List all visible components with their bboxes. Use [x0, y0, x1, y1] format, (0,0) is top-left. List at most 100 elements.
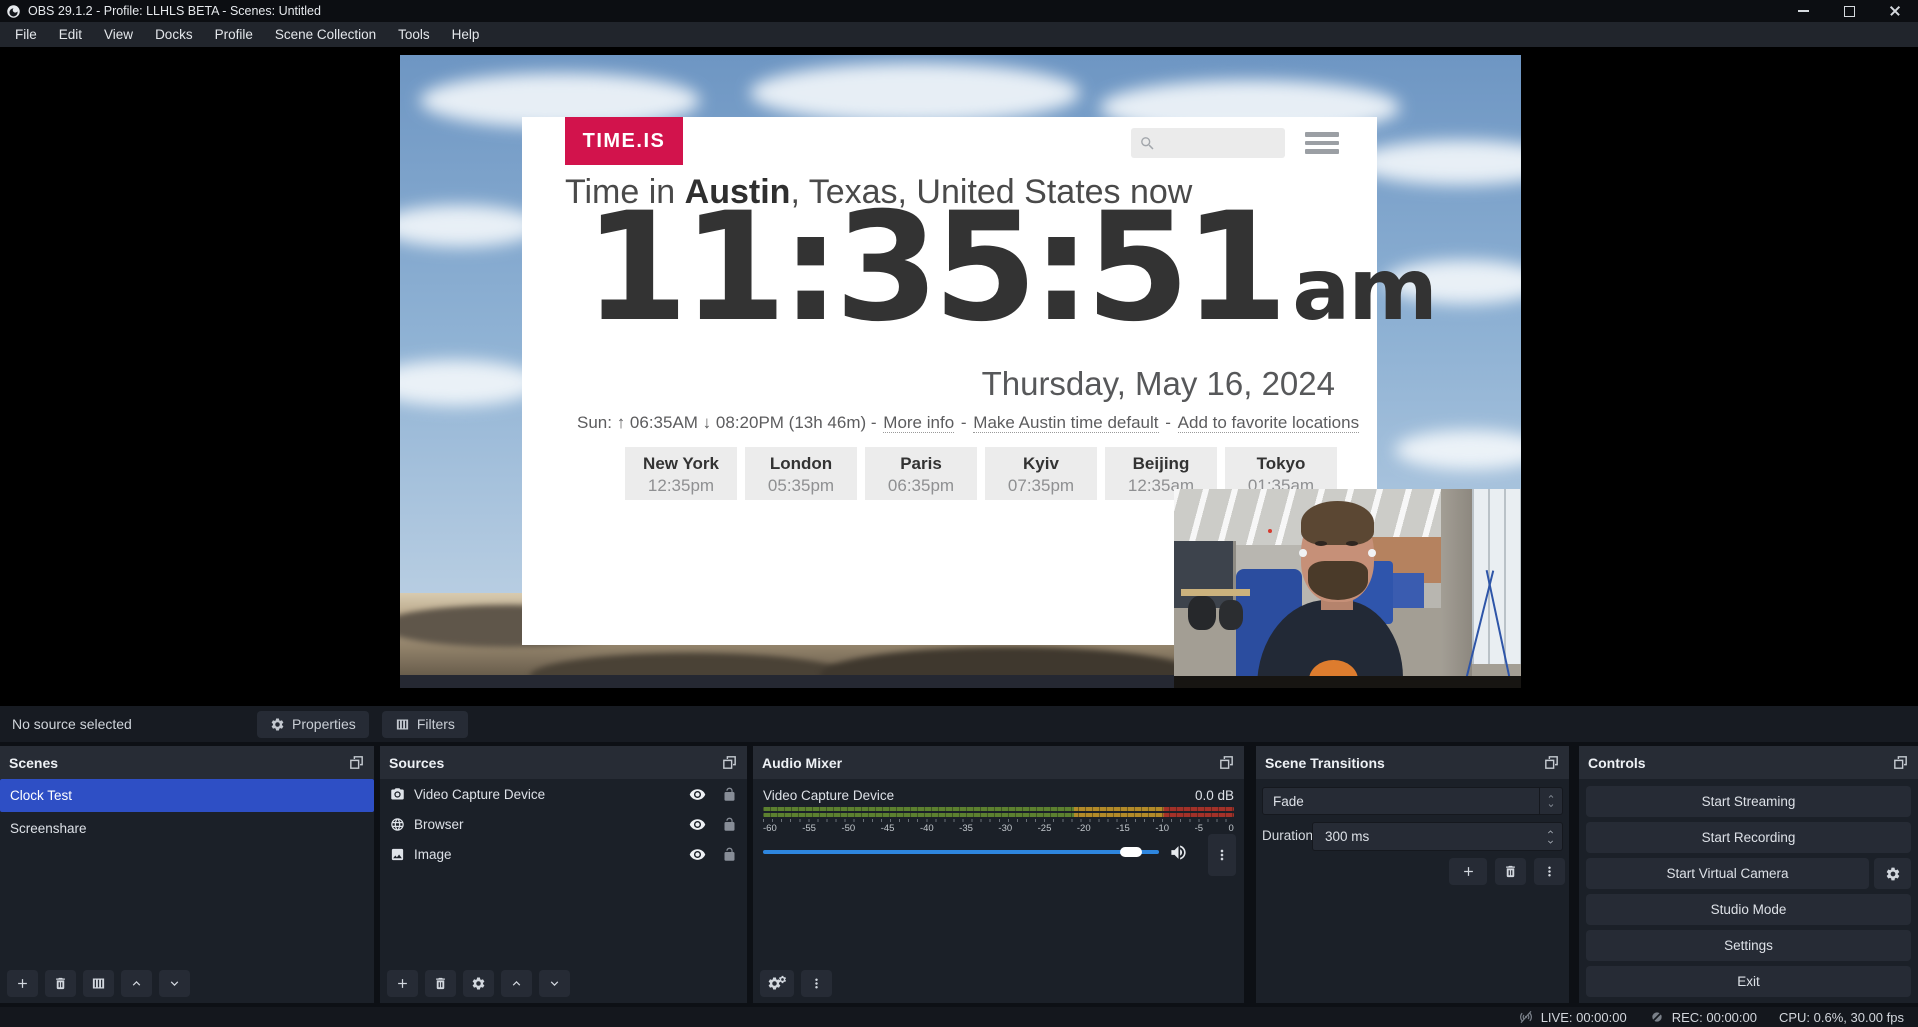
- move-scene-down-button[interactable]: [159, 970, 190, 997]
- scenes-panel: Scenes Clock Test Screenshare: [0, 746, 374, 1003]
- menu-profile[interactable]: Profile: [204, 22, 264, 47]
- add-scene-button[interactable]: [7, 970, 38, 997]
- menu-edit[interactable]: Edit: [48, 22, 93, 47]
- source-properties-button[interactable]: [463, 970, 494, 997]
- lock-icon[interactable]: [722, 847, 737, 862]
- filters-icon: [91, 976, 106, 991]
- city-name: Tokyo: [1225, 454, 1337, 474]
- menu-help[interactable]: Help: [441, 22, 491, 47]
- menu-view[interactable]: View: [93, 22, 144, 47]
- webcam-earbud: [1299, 549, 1307, 557]
- preview-canvas[interactable]: TIME.IS Time in Austin, Texas, United St…: [400, 55, 1521, 688]
- source-label: Image: [414, 847, 452, 862]
- city-time: 06:35pm: [865, 476, 977, 496]
- move-source-up-button[interactable]: [501, 970, 532, 997]
- source-label: Browser: [414, 817, 464, 832]
- settings-button[interactable]: Settings: [1586, 930, 1911, 961]
- add-transition-button[interactable]: [1449, 858, 1487, 885]
- speaker-icon[interactable]: [1169, 843, 1188, 862]
- volume-meter-left: [763, 807, 1234, 811]
- exit-button[interactable]: Exit: [1586, 966, 1911, 997]
- sources-title: Sources: [389, 755, 444, 771]
- source-row-browser[interactable]: Browser: [380, 809, 747, 839]
- webcam-office-chair: [1219, 600, 1243, 630]
- dots-vertical-icon: [809, 976, 824, 991]
- cloud: [750, 63, 1080, 123]
- properties-button[interactable]: Properties: [257, 711, 369, 738]
- city-time: 05:35pm: [745, 476, 857, 496]
- cloud: [1355, 140, 1521, 185]
- filters-button[interactable]: Filters: [382, 711, 468, 738]
- titlebar: OBS 29.1.2 - Profile: LLHLS BETA - Scene…: [0, 0, 1918, 22]
- popout-icon[interactable]: [1218, 754, 1235, 771]
- scenes-header: Scenes: [0, 746, 374, 779]
- menu-tools[interactable]: Tools: [387, 22, 441, 47]
- start-streaming-button[interactable]: Start Streaming: [1586, 786, 1911, 817]
- popout-icon[interactable]: [721, 754, 738, 771]
- visibility-eye-icon[interactable]: [689, 816, 706, 833]
- webcam-person-hair: [1301, 501, 1374, 545]
- sun-times: Sun: ↑ 06:35AM ↓ 08:20PM (13h 46m) -: [577, 413, 877, 432]
- advanced-audio-button[interactable]: [760, 970, 794, 997]
- menu-docks[interactable]: Docks: [144, 22, 204, 47]
- volume-slider-handle[interactable]: [1120, 847, 1142, 857]
- menu-scene-collection[interactable]: Scene Collection: [264, 22, 387, 47]
- webcam-windows: [1472, 489, 1521, 664]
- duration-spinner[interactable]: [1538, 827, 1562, 847]
- dock-area: Scenes Clock Test Screenshare Sources Vi…: [0, 742, 1918, 1007]
- cloud: [400, 360, 540, 406]
- tick-label: -45: [881, 823, 895, 834]
- move-source-down-button[interactable]: [539, 970, 570, 997]
- mixer-toolbar: [760, 970, 832, 997]
- duration-label: Duration: [1262, 828, 1313, 843]
- lock-icon[interactable]: [722, 817, 737, 832]
- source-row-image[interactable]: Image: [380, 839, 747, 869]
- popout-icon[interactable]: [1892, 754, 1909, 771]
- menu-file[interactable]: File: [4, 22, 48, 47]
- scenes-title: Scenes: [9, 755, 58, 771]
- studio-mode-button[interactable]: Studio Mode: [1586, 894, 1911, 925]
- transition-options-button[interactable]: [1534, 858, 1565, 885]
- visibility-eye-icon[interactable]: [689, 786, 706, 803]
- minimize-button[interactable]: [1780, 0, 1826, 22]
- mixer-options-button[interactable]: [1208, 834, 1236, 876]
- plus-icon: [1461, 864, 1476, 879]
- globe-icon: [390, 817, 405, 832]
- start-virtual-camera-button[interactable]: Start Virtual Camera: [1586, 858, 1869, 889]
- volume-slider-track[interactable]: [763, 850, 1159, 854]
- remove-source-button[interactable]: [425, 970, 456, 997]
- properties-label: Properties: [292, 716, 356, 732]
- tick-label: -35: [959, 823, 973, 834]
- select-spinner[interactable]: [1539, 788, 1562, 814]
- preview-area: TIME.IS Time in Austin, Texas, United St…: [0, 47, 1918, 706]
- audio-mixer-title: Audio Mixer: [762, 755, 842, 771]
- scenes-toolbar: [7, 970, 190, 997]
- close-button[interactable]: [1872, 0, 1918, 22]
- cloud: [1395, 430, 1521, 470]
- visibility-eye-icon[interactable]: [689, 846, 706, 863]
- remove-scene-button[interactable]: [45, 970, 76, 997]
- city-box-newyork: New York12:35pm: [625, 447, 737, 500]
- scene-filters-button[interactable]: [83, 970, 114, 997]
- popout-icon[interactable]: [1543, 754, 1560, 771]
- lock-icon[interactable]: [722, 787, 737, 802]
- transition-select[interactable]: Fade: [1262, 787, 1563, 815]
- duration-spinbox[interactable]: 300 ms: [1312, 822, 1563, 851]
- scene-item-screenshare[interactable]: Screenshare: [0, 812, 374, 845]
- popout-icon[interactable]: [348, 754, 365, 771]
- chevron-down-icon: [167, 976, 182, 991]
- move-scene-up-button[interactable]: [121, 970, 152, 997]
- maximize-button[interactable]: [1826, 0, 1872, 22]
- remove-transition-button[interactable]: [1495, 858, 1526, 885]
- cpu-fps-text: CPU: 0.6%, 30.00 fps: [1779, 1010, 1904, 1025]
- tick-label: -5: [1195, 823, 1203, 834]
- maximize-icon: [1844, 6, 1855, 17]
- scene-item-clock-test[interactable]: Clock Test: [0, 779, 374, 812]
- source-row-video-capture[interactable]: Video Capture Device: [380, 779, 747, 809]
- add-source-button[interactable]: [387, 970, 418, 997]
- start-recording-button[interactable]: Start Recording: [1586, 822, 1911, 853]
- virtual-camera-settings-button[interactable]: [1874, 858, 1911, 889]
- mixer-menu-button[interactable]: [801, 970, 832, 997]
- webcam-source: [1174, 489, 1521, 688]
- sources-toolbar: [387, 970, 570, 997]
